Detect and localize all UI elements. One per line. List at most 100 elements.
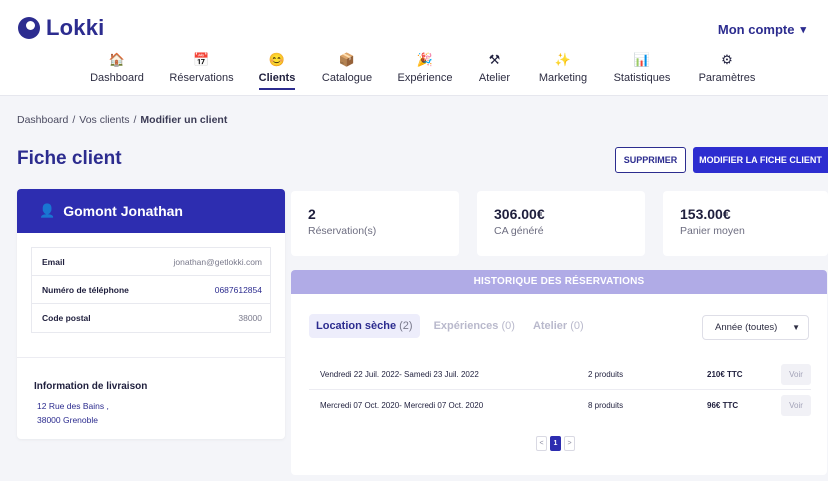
reservation-history: HISTORIQUE DES RÉSERVATIONS Location sèc… <box>291 270 827 475</box>
gear-icon: ⚙ <box>721 52 733 67</box>
nav-item-statistiques[interactable]: 📊 Statistiques <box>612 52 672 92</box>
chevron-down-icon: ▼ <box>792 323 800 332</box>
nav-item-label: Clients <box>258 72 296 84</box>
nav-item-experience[interactable]: 🎉 Expérience <box>397 52 453 92</box>
view-button[interactable]: Voir <box>781 364 811 385</box>
breadcrumb-separator: / <box>72 114 76 126</box>
logo-mark-icon <box>18 17 40 39</box>
page-button-current[interactable]: 1 <box>550 436 561 451</box>
row-dates: Vendredi 22 Juil. 2022- Samedi 23 Juil. … <box>320 369 479 379</box>
history-tabs: Location sèche (2) Expériences (0) Ateli… <box>309 314 602 338</box>
breadcrumb-current: Modifier un client <box>140 114 228 126</box>
nav-item-marketing[interactable]: ✨ Marketing <box>538 52 588 92</box>
nav-item-catalogue[interactable]: 📦 Catalogue <box>322 52 372 92</box>
nav-item-parametres[interactable]: ⚙ Paramètres <box>698 52 756 92</box>
info-row-email: Email jonathan@getlokki.com <box>32 248 270 276</box>
tab-count: (2) <box>399 320 413 332</box>
account-menu[interactable]: Mon compte ▾ <box>718 22 806 37</box>
delivery-title: Information de livraison <box>34 381 148 392</box>
nav-item-label: Atelier <box>478 72 511 84</box>
smiley-icon: 😊 <box>268 52 286 67</box>
pagination: < 1 > <box>536 436 575 451</box>
sparkle-icon: ✨ <box>554 52 572 67</box>
delete-button[interactable]: SUPPRIMER <box>615 147 686 173</box>
stat-reservations: 2 Réservation(s) <box>291 191 459 256</box>
chevron-down-icon: ▾ <box>800 24 806 36</box>
tab-atelier[interactable]: Atelier (0) <box>533 320 584 332</box>
client-name: Gomont Jonathan <box>63 203 183 219</box>
tab-count: (0) <box>501 320 515 332</box>
info-row-phone: Numéro de téléphone 0687612854 <box>32 276 270 304</box>
tab-location-seche[interactable]: Location sèche (2) <box>309 314 420 338</box>
account-label: Mon compte <box>717 22 795 37</box>
party-icon: 🎉 <box>416 52 434 67</box>
client-info-table: Email jonathan@getlokki.com Numéro de té… <box>31 247 271 333</box>
row-price: 96€ TTC <box>707 401 739 410</box>
stat-revenue: 306.00€ CA généré <box>477 191 645 256</box>
table-row: Mercredi 07 Oct. 2020- Mercredi 07 Oct. … <box>309 390 811 421</box>
breadcrumb-dashboard[interactable]: Dashboard <box>17 114 68 126</box>
postal-code-value: 38000 <box>238 313 262 323</box>
stat-average-basket: 153.00€ Panier moyen <box>663 191 828 256</box>
edit-client-button[interactable]: MODIFIER LA FICHE CLIENT <box>693 147 828 173</box>
address-line: 38000 Grenoble <box>37 415 98 425</box>
client-card-header: 👤 Gomont Jonathan <box>17 189 285 233</box>
address-line: 12 Rue des Bains , <box>37 401 109 411</box>
tab-label: Location sèche <box>316 320 397 332</box>
nav-item-clients[interactable]: 😊 Clients <box>259 52 295 92</box>
nav-item-label: Dashboard <box>90 72 144 84</box>
reservation-list: Vendredi 22 Juil. 2022- Samedi 23 Juil. … <box>309 359 811 421</box>
delivery-address: 12 Rue des Bains , 38000 Grenoble <box>37 399 285 427</box>
breadcrumb-separator: / <box>133 114 137 126</box>
tab-count: (0) <box>570 320 584 332</box>
tools-icon: ⚒ <box>488 52 501 67</box>
user-icon: 👤 <box>39 203 56 218</box>
year-select[interactable]: Année (toutes) ▼ <box>702 315 809 340</box>
row-products: 2 produits <box>588 369 624 379</box>
info-row-postal-code: Code postal 38000 <box>32 304 270 332</box>
top-bar: Lokki Mon compte ▾ 🏠 Dashboard 📅 Réserva… <box>0 0 828 96</box>
tab-experiences[interactable]: Expériences (0) <box>434 320 515 332</box>
page-title: Fiche client <box>17 148 122 169</box>
view-button[interactable]: Voir <box>781 395 811 416</box>
row-price: 210€ TTC <box>707 369 743 379</box>
nav-item-label: Catalogue <box>321 72 373 84</box>
phone-value[interactable]: 0687612854 <box>215 285 262 295</box>
nav-item-label: Marketing <box>538 72 588 84</box>
app-name: Lokki <box>46 15 105 40</box>
nav-item-dashboard[interactable]: 🏠 Dashboard <box>90 52 144 92</box>
client-card: 👤 Gomont Jonathan Email jonathan@getlokk… <box>17 189 285 439</box>
tab-label: Expériences <box>433 320 499 332</box>
box-icon: 📦 <box>338 52 356 67</box>
nav-item-reservations[interactable]: 📅 Réservations <box>169 52 234 92</box>
nav-item-label: Réservations <box>169 72 234 84</box>
bar-chart-icon: 📊 <box>633 52 651 67</box>
stat-value: 2 <box>308 206 316 222</box>
next-page-button[interactable]: > <box>564 436 575 451</box>
prev-page-button[interactable]: < <box>536 436 547 451</box>
info-label: Email <box>42 256 65 267</box>
breadcrumb: Dashboard / Vos clients / Modifier un client <box>17 114 227 126</box>
info-label: Code postal <box>42 313 91 323</box>
stat-label: CA généré <box>494 225 544 237</box>
stat-value: 153.00€ <box>680 206 731 222</box>
table-row: Vendredi 22 Juil. 2022- Samedi 23 Juil. … <box>309 359 811 390</box>
nav-item-label: Statistiques <box>613 72 671 84</box>
nav-item-label: Paramètres <box>698 72 756 84</box>
stat-label: Réservation(s) <box>308 225 377 237</box>
row-dates: Mercredi 07 Oct. 2020- Mercredi 07 Oct. … <box>320 401 484 410</box>
house-icon: 🏠 <box>108 52 126 67</box>
nav-item-label: Expérience <box>397 72 453 84</box>
breadcrumb-clients[interactable]: Vos clients <box>79 114 129 126</box>
history-title: HISTORIQUE DES RÉSERVATIONS <box>291 270 827 294</box>
lokki-logo[interactable]: Lokki <box>18 15 104 41</box>
email-value: jonathan@getlokki.com <box>173 256 262 267</box>
calendar-icon: 📅 <box>193 52 210 67</box>
row-products: 8 produits <box>588 401 624 410</box>
info-label: Numéro de téléphone <box>42 284 129 295</box>
nav-item-atelier[interactable]: ⚒ Atelier <box>478 52 511 92</box>
stat-value: 306.00€ <box>494 206 545 222</box>
tab-label: Atelier <box>532 320 568 332</box>
year-select-value: Année (toutes) <box>715 322 778 333</box>
divider <box>17 357 285 358</box>
